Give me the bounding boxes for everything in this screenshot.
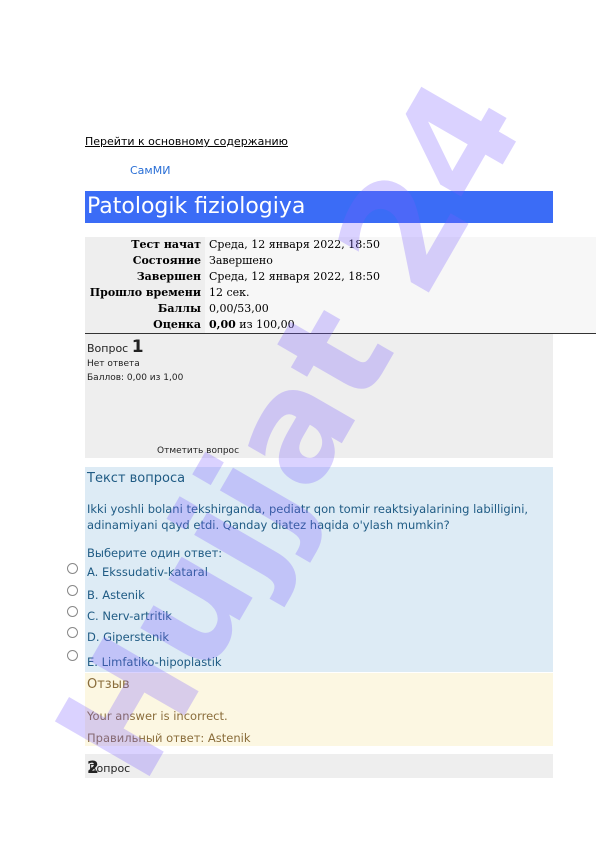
watermark: Hujjat 24	[23, 53, 558, 806]
watermark-text: Hujjat 24	[23, 53, 558, 806]
